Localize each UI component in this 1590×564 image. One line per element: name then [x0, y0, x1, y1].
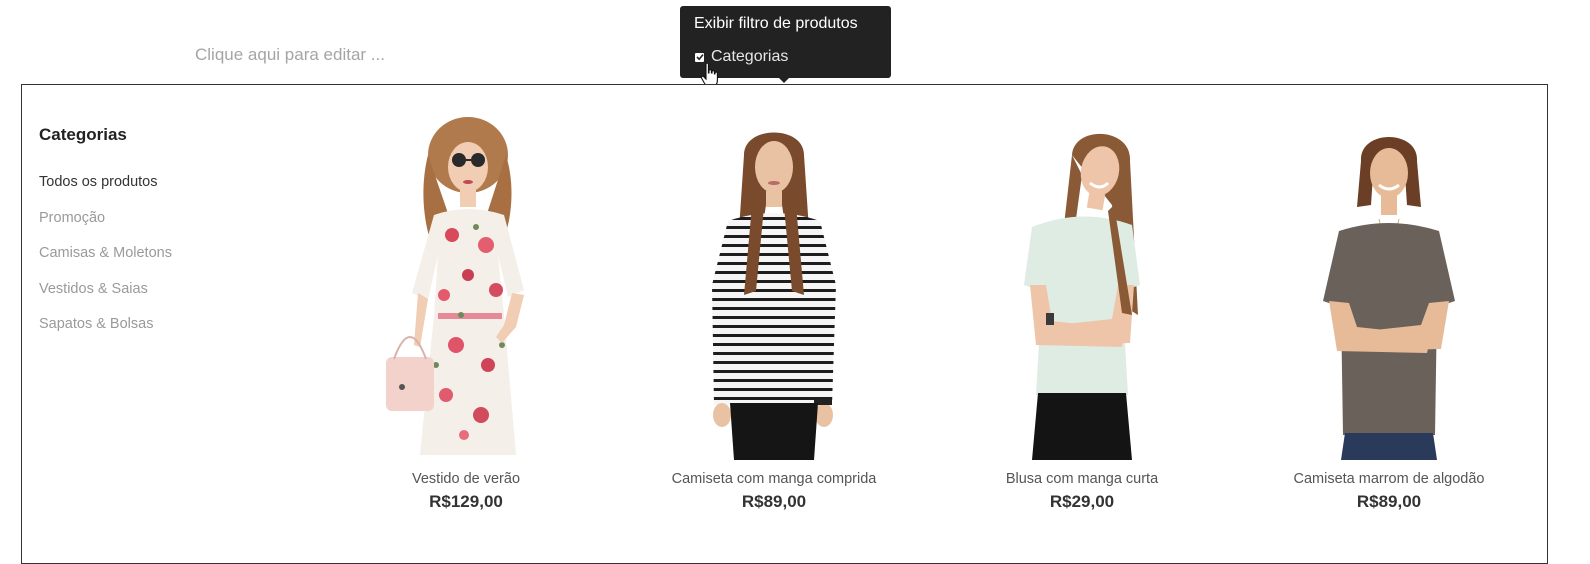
sidebar-item-all-products[interactable]: Todos os produtos: [39, 173, 172, 209]
product-price: R$89,00: [1356, 492, 1422, 511]
sidebar-item-dresses-skirts[interactable]: Vestidos & Saias: [39, 280, 172, 316]
product-price: R$89,00: [741, 492, 807, 511]
product-price: R$129,00: [429, 492, 503, 511]
product-name[interactable]: Camiseta marrom de algodão: [1259, 471, 1519, 487]
edit-placeholder[interactable]: Clique aqui para editar ...: [195, 45, 385, 65]
product-image[interactable]: [644, 115, 904, 460]
popover-title: Exibir filtro de produtos: [694, 15, 858, 32]
product-catalog-frame: Categorias Todos os produtos Promoção Ca…: [21, 84, 1548, 564]
product-name[interactable]: Camiseta com manga comprida: [644, 471, 904, 487]
popover-arrow: [779, 78, 789, 83]
sidebar-item-shoes-bags[interactable]: Sapatos & Bolsas: [39, 315, 172, 351]
check-icon: [695, 54, 704, 61]
categories-option-label: Categorias: [711, 48, 789, 65]
sidebar-title: Categorias: [39, 125, 127, 144]
category-sidebar: Categorias Todos os produtos Promoção Ca…: [39, 125, 172, 351]
product-name[interactable]: Blusa com manga curta: [952, 471, 1212, 487]
product-card[interactable]: Camiseta com manga comprida R$89,00: [644, 115, 904, 512]
product-image[interactable]: [1259, 115, 1519, 460]
sidebar-item-shirts-sweatshirts[interactable]: Camisas & Moletons: [39, 244, 172, 280]
categories-checkbox[interactable]: [695, 52, 704, 62]
product-card[interactable]: Camiseta marrom de algodão R$89,00: [1259, 115, 1519, 512]
sidebar-item-sale[interactable]: Promoção: [39, 209, 172, 245]
product-name[interactable]: Vestido de verão: [336, 471, 596, 487]
product-price: R$29,00: [1049, 492, 1115, 511]
product-card[interactable]: Vestido de verão R$129,00: [336, 115, 596, 512]
product-card[interactable]: Blusa com manga curta R$29,00: [952, 115, 1212, 512]
product-image[interactable]: [336, 115, 596, 460]
product-image[interactable]: [952, 115, 1212, 460]
